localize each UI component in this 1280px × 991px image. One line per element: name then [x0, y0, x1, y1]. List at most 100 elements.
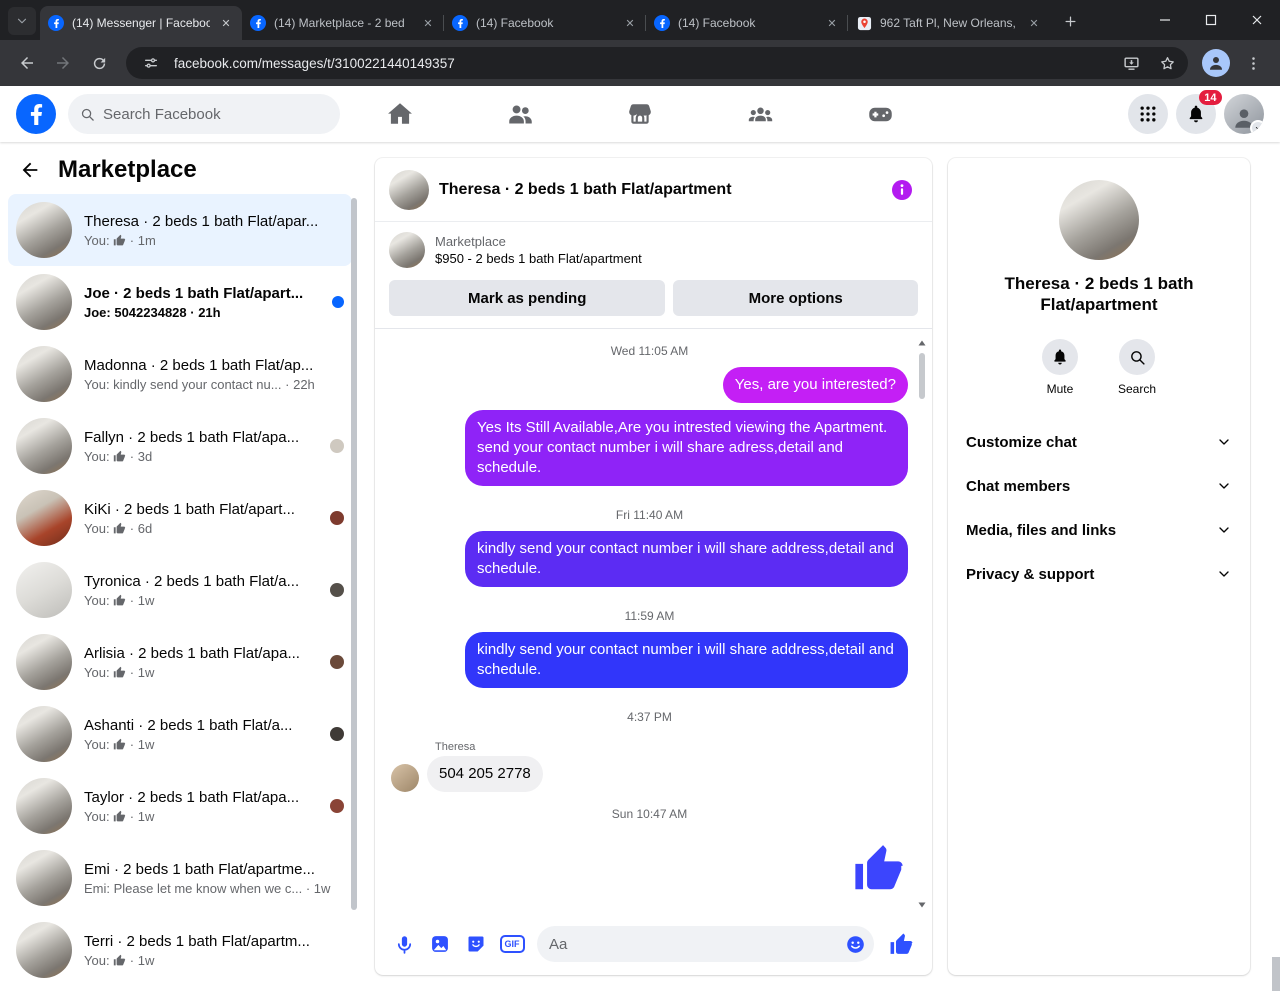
chat-name: Taylor · 2 beds 1 bath Flat/apa... — [84, 788, 300, 806]
message-composer: GIF Aa — [375, 919, 932, 975]
browser-profile-avatar[interactable] — [1202, 49, 1230, 77]
chat-list-item-emi[interactable]: Emi · 2 beds 1 bath Flat/apartme... Emi:… — [8, 842, 352, 914]
search-conversation-button[interactable]: Search — [1118, 339, 1156, 396]
new-tab-button[interactable] — [1056, 7, 1084, 35]
section-privacy-support[interactable]: Privacy & support — [958, 552, 1240, 596]
profile-avatar[interactable] — [1224, 94, 1264, 134]
chat-avatar — [16, 850, 72, 906]
tab-title: (14) Marketplace - 2 bed — [274, 16, 405, 30]
browser-tab-facebook-2[interactable]: (14) Facebook ✕ — [645, 6, 848, 40]
chat-list-item-fallyn[interactable]: Fallyn · 2 beds 1 bath Flat/apa... You: … — [8, 410, 352, 482]
chat-list-item-tyronica[interactable]: Tyronica · 2 beds 1 bath Flat/a... You: … — [8, 554, 352, 626]
nav-groups[interactable] — [700, 86, 820, 142]
chat-avatar — [16, 490, 72, 546]
voice-clip-icon[interactable] — [387, 927, 421, 961]
received-message-group: Theresa 504 205 2778 — [391, 741, 543, 792]
chat-name: Ashanti · 2 beds 1 bath Flat/a... — [84, 716, 293, 734]
site-settings-icon[interactable] — [138, 50, 164, 76]
tab-close-icon[interactable]: ✕ — [622, 15, 638, 31]
nav-marketplace[interactable] — [580, 86, 700, 142]
attach-image-icon[interactable] — [423, 927, 457, 961]
sent-message: kindly send your contact number i will s… — [465, 531, 908, 587]
section-chat-members[interactable]: Chat members — [958, 464, 1240, 508]
sticker-icon[interactable] — [459, 927, 493, 961]
nav-home[interactable] — [340, 86, 460, 142]
conversation-avatar — [389, 169, 429, 210]
conversation-panel: Theresa · 2 beds 1 bath Flat/apartment M… — [375, 158, 932, 975]
browser-tab-messenger[interactable]: (14) Messenger | Faceboo ✕ — [40, 6, 242, 40]
chat-preview: You: · 1m — [84, 232, 156, 248]
chat-list-item-madonna[interactable]: Madonna · 2 beds 1 bath Flat/ap... You: … — [8, 338, 352, 410]
sidebar-header: Marketplace — [0, 142, 360, 194]
reload-icon[interactable] — [82, 46, 116, 80]
chat-avatar — [16, 346, 72, 402]
browser-menu-icon[interactable] — [1236, 46, 1270, 80]
tab-search-button[interactable] — [8, 7, 36, 35]
back-arrow-icon[interactable] — [16, 156, 44, 184]
messages-scrollbar[interactable] — [919, 353, 925, 399]
nav-friends[interactable] — [460, 86, 580, 142]
chat-list-item-theresa[interactable]: Theresa · 2 beds 1 bath Flat/apar... You… — [8, 194, 352, 266]
tab-close-icon[interactable]: ✕ — [420, 15, 436, 31]
notifications-button[interactable]: 14 — [1176, 90, 1222, 134]
search-icon — [80, 107, 95, 122]
chat-preview: You: kindly send your contact nu... · 22… — [84, 376, 315, 392]
chat-list-item-terri[interactable]: Terri · 2 beds 1 bath Flat/apartm... You… — [8, 914, 352, 986]
search-input[interactable] — [103, 105, 328, 123]
facebook-favicon — [654, 15, 670, 31]
bookmark-star-icon[interactable] — [1154, 50, 1180, 76]
gif-icon[interactable]: GIF — [495, 927, 529, 961]
mark-as-pending-button[interactable]: Mark as pending — [389, 280, 666, 316]
search-icon — [1119, 339, 1155, 375]
send-like-icon[interactable] — [882, 925, 920, 963]
section-media-files-links[interactable]: Media, files and links — [958, 508, 1240, 552]
install-icon[interactable] — [1118, 50, 1144, 76]
seen-indicator — [330, 511, 344, 525]
facebook-logo[interactable] — [16, 94, 56, 134]
tab-close-icon[interactable]: ✕ — [1026, 15, 1042, 31]
chat-list-item-taylor[interactable]: Taylor · 2 beds 1 bath Flat/apa... You: … — [8, 770, 352, 842]
page-scrollbar[interactable] — [1272, 142, 1280, 991]
address-bar[interactable]: facebook.com/messages/t/3100221440149357 — [126, 47, 1188, 79]
tab-close-icon[interactable]: ✕ — [218, 15, 234, 31]
message-history[interactable]: Wed 11:05 AM Yes, are you interested? Ye… — [375, 329, 932, 919]
chat-list-item-kiki[interactable]: KiKi · 2 beds 1 bath Flat/apart... You: … — [8, 482, 352, 554]
more-options-button[interactable]: More options — [673, 280, 918, 316]
chat-list-item-arlisia[interactable]: Arlisia · 2 beds 1 bath Flat/apa... You:… — [8, 626, 352, 698]
browser-tab-maps[interactable]: 962 Taft Pl, New Orleans, ✕ — [847, 6, 1050, 40]
chevron-down-icon — [1216, 566, 1232, 582]
close-button[interactable] — [1234, 0, 1280, 40]
facebook-search[interactable] — [68, 94, 340, 134]
minimize-button[interactable] — [1142, 0, 1188, 40]
section-customize-chat[interactable]: Customize chat — [958, 420, 1240, 464]
message-input[interactable]: Aa — [537, 926, 874, 962]
info-icon[interactable] — [886, 174, 918, 206]
chat-list-item-joe[interactable]: Joe · 2 beds 1 bath Flat/apart... Joe: 5… — [8, 266, 352, 338]
tab-title: (14) Messenger | Faceboo — [72, 16, 210, 30]
back-icon[interactable] — [10, 46, 44, 80]
maximize-button[interactable] — [1188, 0, 1234, 40]
browser-tab-facebook-1[interactable]: (14) Facebook ✕ — [443, 6, 646, 40]
sidebar-title: Marketplace — [58, 156, 197, 183]
chat-list-item-ashanti[interactable]: Ashanti · 2 beds 1 bath Flat/a... You: ·… — [8, 698, 352, 770]
emoji-icon[interactable] — [845, 934, 866, 955]
facebook-favicon — [48, 15, 64, 31]
mute-button[interactable]: Mute — [1041, 339, 1078, 396]
browser-tab-marketplace[interactable]: (14) Marketplace - 2 bed ✕ — [242, 6, 444, 40]
tab-close-icon[interactable]: ✕ — [824, 15, 840, 31]
details-avatar — [1059, 180, 1139, 260]
seen-indicator — [330, 583, 344, 597]
menu-grid-button[interactable] — [1128, 94, 1168, 134]
timestamp: 11:59 AM — [624, 609, 675, 623]
url-text[interactable]: facebook.com/messages/t/3100221440149357 — [174, 56, 1108, 71]
chat-preview: You: · 1w — [84, 736, 155, 752]
chat-preview: You: · 6d — [84, 520, 153, 536]
sidebar-scrollbar[interactable] — [351, 198, 357, 910]
sender-name: Theresa — [435, 741, 476, 753]
search-label: Search — [1117, 382, 1157, 396]
conversation-header[interactable]: Theresa · 2 beds 1 bath Flat/apartment — [375, 158, 932, 222]
forward-icon[interactable] — [46, 46, 80, 80]
nav-gaming[interactable] — [820, 86, 940, 142]
scroll-down-icon[interactable] — [916, 899, 928, 911]
scroll-up-icon[interactable] — [916, 337, 928, 349]
